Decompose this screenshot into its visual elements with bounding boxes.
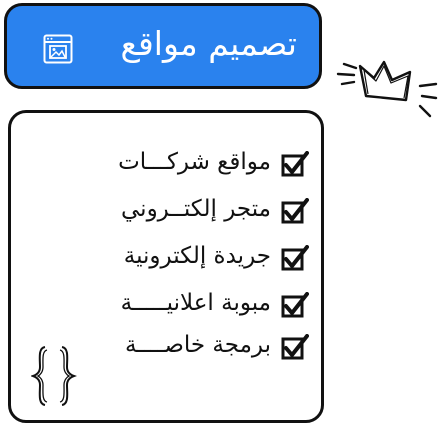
- list-item-label: مواقع شركـــات: [118, 149, 271, 175]
- header-banner: تصميم مواقع: [4, 3, 322, 89]
- checkbox-checked-icon: [281, 334, 309, 366]
- list-item: مواقع شركـــات: [11, 149, 321, 189]
- list-item: مبوبة اعلانيـــــة: [11, 290, 321, 330]
- checkbox-checked-icon: [281, 245, 309, 277]
- list-item: متجر إلكتــروني: [11, 196, 321, 236]
- checkbox-checked-icon: [281, 292, 309, 324]
- services-card: مواقع شركـــات متجر إلكتــروني جريدة إلك…: [8, 110, 324, 423]
- list-item-label: مبوبة اعلانيـــــة: [120, 290, 271, 316]
- list-item-label: متجر إلكتــروني: [121, 196, 271, 222]
- list-item-label: جريدة إلكترونية: [123, 243, 271, 269]
- checkbox-checked-icon: [281, 151, 309, 183]
- list-item: جريدة إلكترونية: [11, 243, 321, 283]
- browser-window-icon: [43, 34, 73, 68]
- crown-doodle-icon: [336, 56, 442, 124]
- curly-braces-icon: [29, 345, 78, 411]
- page-title: تصميم مواقع: [120, 24, 297, 63]
- checkbox-checked-icon: [281, 198, 309, 230]
- list-item-label: برمجة خاصــــة: [125, 332, 271, 358]
